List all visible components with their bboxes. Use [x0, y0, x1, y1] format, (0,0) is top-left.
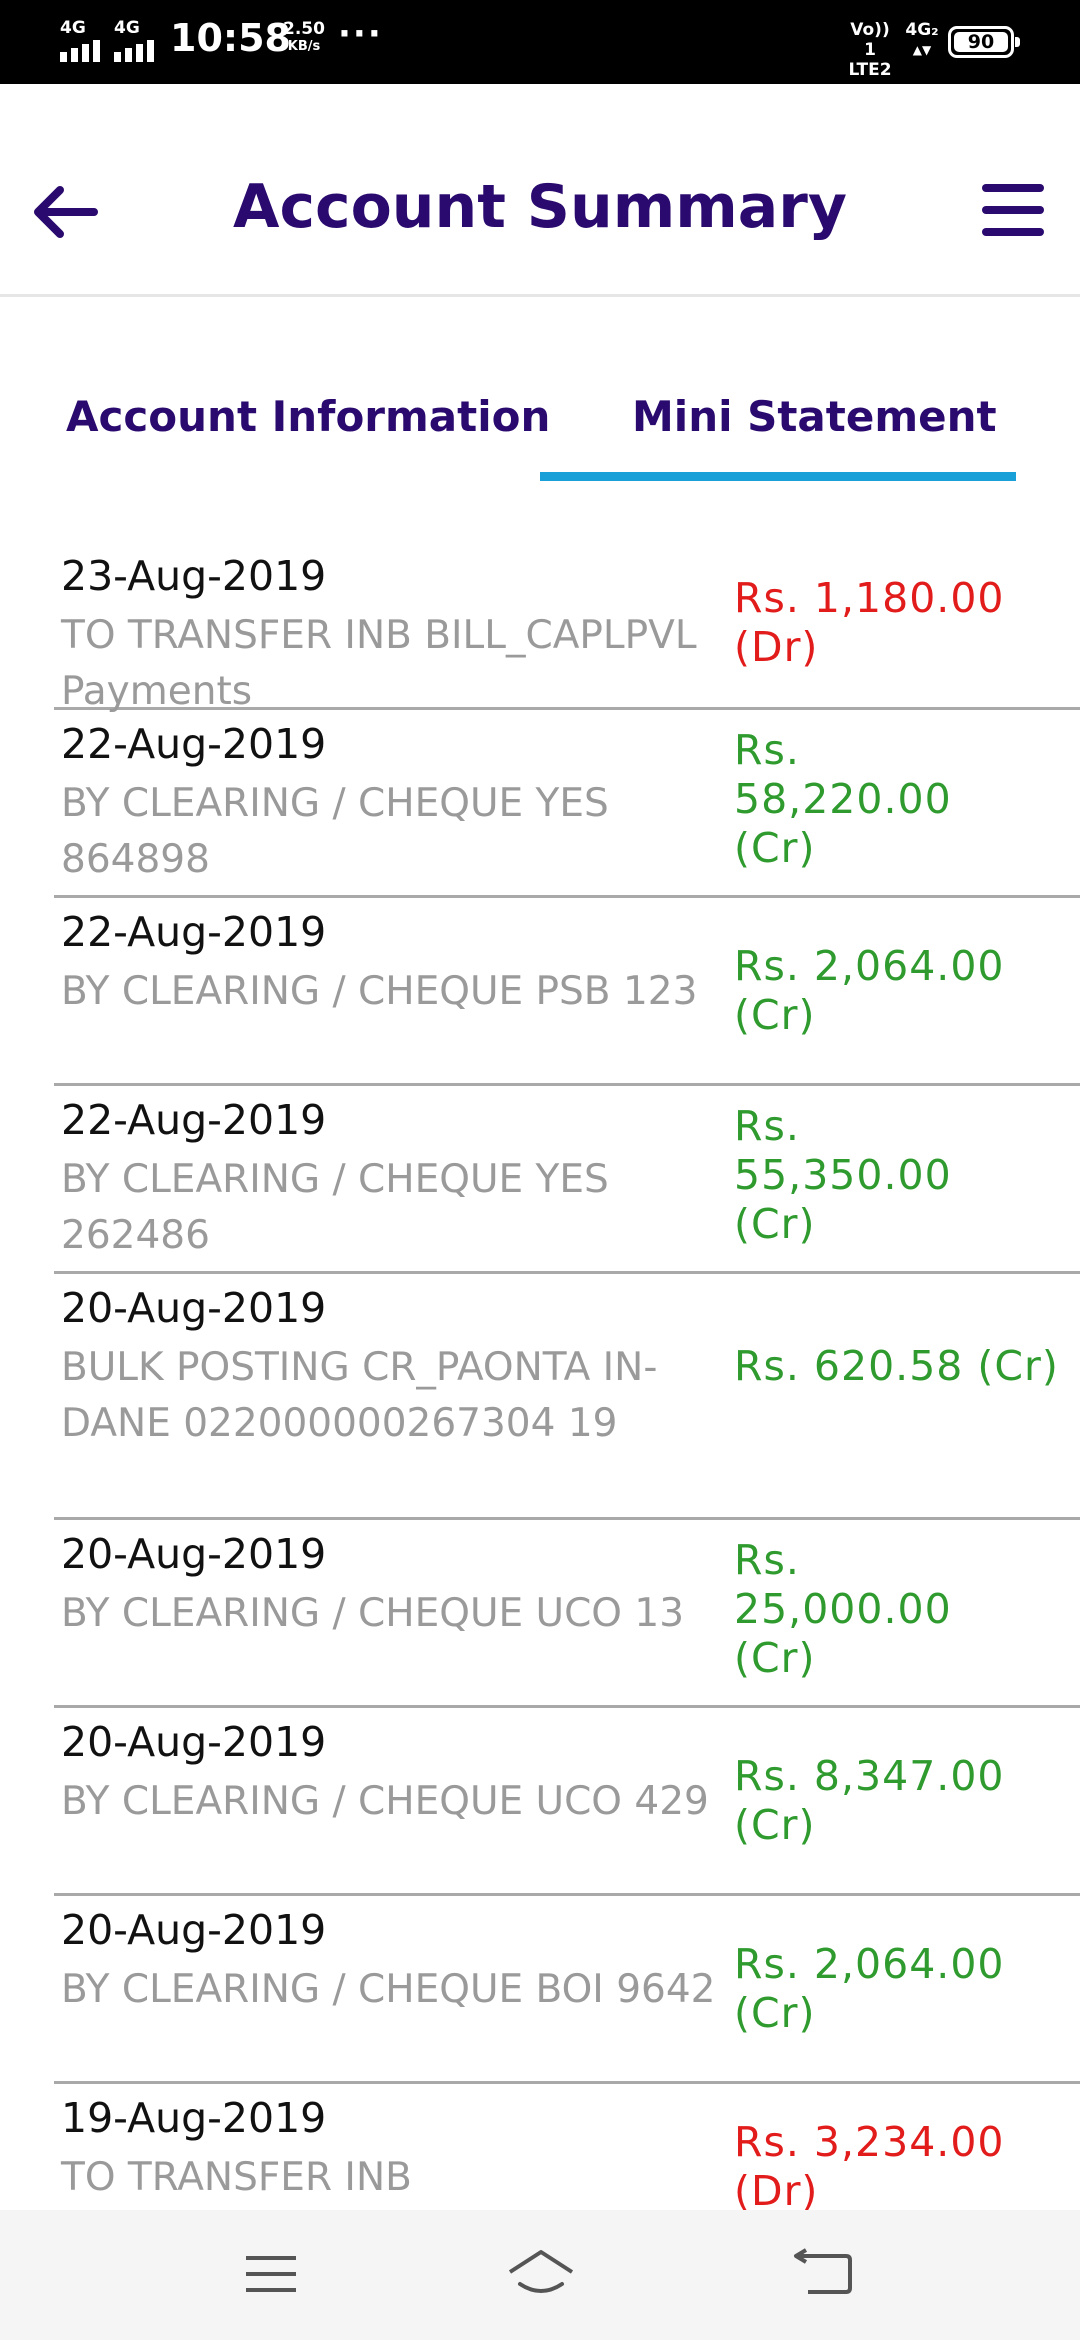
transaction-row: 22-Aug-2019 BY CLEARING / CHEQUE YES 262… [54, 1086, 1080, 1274]
network-type-1: 4G [60, 18, 86, 38]
transaction-amount: Rs. 58,220.00 (Cr) [734, 726, 952, 872]
transaction-row: 19-Aug-2019 TO TRANSFER INB Rs. 3,234.00… [54, 2084, 1080, 2210]
home-button[interactable] [506, 2244, 576, 2304]
more-notifications-icon: ··· [338, 14, 383, 54]
transaction-date: 20-Aug-2019 [61, 1906, 327, 1954]
battery-icon: 90 [948, 26, 1020, 58]
data-network-label: 4G₂ [905, 20, 939, 40]
transaction-date: 20-Aug-2019 [61, 1718, 327, 1766]
transaction-amount: Rs. 8,347.00 (Cr) [734, 1752, 1005, 1849]
signal-icon: 4G [58, 18, 108, 62]
transaction-amount: Rs. 55,350.00 (Cr) [734, 1102, 952, 1248]
menu-button[interactable] [980, 180, 1046, 240]
transaction-description: TO TRANSFER INB BILL_CAPLPVL Payments [61, 613, 697, 714]
network-type-2: 4G [114, 18, 140, 38]
transaction-description: TO TRANSFER INB [61, 2155, 412, 2200]
status-time: 10:58 [170, 16, 291, 60]
active-tab-indicator [540, 472, 1016, 481]
transaction-date: 22-Aug-2019 [61, 720, 327, 768]
back-icon [794, 2248, 852, 2294]
data-indicator: 4G₂ ▲▼ [902, 20, 942, 60]
transaction-row: 20-Aug-2019 BULK POSTING CR_PAONTA IN-DA… [54, 1274, 1080, 1520]
speed-value: 2.50 [283, 19, 325, 39]
page-title: Account Summary [233, 172, 847, 242]
transaction-amount: Rs. 3,234.00 (Dr) [734, 2118, 1005, 2210]
transaction-amount: Rs. 25,000.00 (Cr) [734, 1536, 952, 1682]
transaction-date: 22-Aug-2019 [61, 1096, 327, 1144]
transaction-row: 22-Aug-2019 BY CLEARING / CHEQUE YES 864… [54, 710, 1080, 898]
app-header: Account Summary [0, 84, 1080, 297]
status-bar: 4G 4G 10:58 2.50 KB/s ··· Vo)) 1 LTE2 4G… [0, 0, 1080, 84]
tab-bar: Account Information Mini Statement [0, 300, 1080, 490]
transaction-description: BY CLEARING / CHEQUE PSB 123 [61, 969, 698, 1014]
signal-icon: 4G [112, 18, 162, 62]
lte-label: LTE2 [848, 60, 892, 80]
transaction-row: 20-Aug-2019 BY CLEARING / CHEQUE BOI 964… [54, 1896, 1080, 2084]
battery-level: 90 [954, 32, 1008, 52]
volte-indicator: Vo)) 1 LTE2 [842, 20, 898, 80]
network-speed: 2.50 KB/s [279, 20, 329, 56]
transaction-amount: Rs. 2,064.00 (Cr) [734, 1940, 1005, 2037]
transaction-description: BY CLEARING / CHEQUE UCO 429 [61, 1779, 709, 1824]
transaction-date: 20-Aug-2019 [61, 1284, 327, 1332]
transaction-description: BULK POSTING CR_PAONTA IN-DANE 022000000… [61, 1345, 658, 1446]
transaction-description: BY CLEARING / CHEQUE YES 262486 [61, 1157, 609, 1258]
transaction-date: 20-Aug-2019 [61, 1530, 327, 1578]
tab-mini-statement[interactable]: Mini Statement [632, 392, 997, 441]
hamburger-menu-icon [982, 184, 1044, 236]
transaction-amount: Rs. 2,064.00 (Cr) [734, 942, 1005, 1039]
mini-statement-list[interactable]: 23-Aug-2019 TO TRANSFER INB BILL_CAPLPVL… [0, 520, 1080, 2210]
speed-unit: KB/s [287, 39, 321, 54]
system-nav-bar [0, 2210, 1080, 2340]
transaction-amount: Rs. 1,180.00 (Dr) [734, 574, 1005, 671]
home-icon [508, 2250, 574, 2293]
transaction-row: 20-Aug-2019 BY CLEARING / CHEQUE UCO 13 … [54, 1520, 1080, 1708]
transaction-date: 22-Aug-2019 [61, 908, 327, 956]
transaction-description: BY CLEARING / CHEQUE BOI 9642 [61, 1967, 716, 2012]
volte-label: Vo)) 1 [850, 20, 890, 60]
transaction-date: 19-Aug-2019 [61, 2094, 327, 2142]
tab-account-information[interactable]: Account Information [66, 392, 550, 441]
transaction-description: BY CLEARING / CHEQUE YES 864898 [61, 781, 609, 882]
transaction-row: 23-Aug-2019 TO TRANSFER INB BILL_CAPLPVL… [54, 520, 1080, 714]
recent-apps-button[interactable] [236, 2244, 306, 2304]
transaction-date: 23-Aug-2019 [61, 552, 327, 600]
nav-back-button[interactable] [790, 2244, 860, 2304]
transaction-amount: Rs. 620.58 (Cr) [734, 1342, 1059, 1390]
transaction-description: BY CLEARING / CHEQUE UCO 13 [61, 1591, 685, 1636]
transaction-row: 22-Aug-2019 BY CLEARING / CHEQUE PSB 123… [54, 898, 1080, 1086]
transaction-row: 20-Aug-2019 BY CLEARING / CHEQUE UCO 429… [54, 1708, 1080, 1896]
recent-apps-icon [246, 2256, 296, 2292]
